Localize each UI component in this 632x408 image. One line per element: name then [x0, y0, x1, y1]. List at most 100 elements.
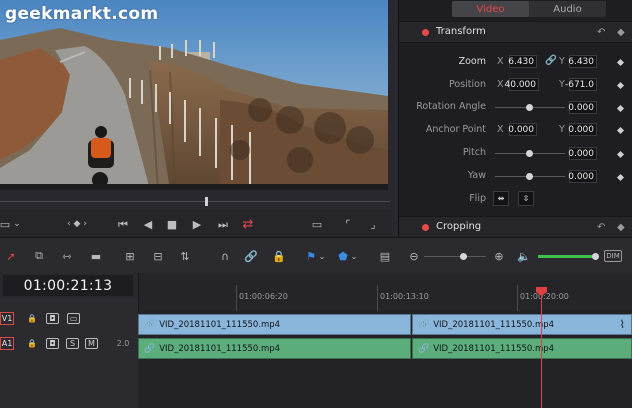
- anchor-keyframe-icon[interactable]: [616, 126, 625, 135]
- zoom-x-field[interactable]: 6.430: [508, 55, 537, 68]
- mark-out-icon[interactable]: ⌟: [366, 215, 380, 233]
- pitch-keyframe-icon[interactable]: [616, 150, 625, 159]
- rotation-angle-field[interactable]: 0.000: [568, 101, 597, 114]
- pitch-field[interactable]: 0.000: [568, 147, 597, 160]
- auto-select-icon[interactable]: ◘: [46, 338, 59, 349]
- rotation-angle-label: Rotation Angle: [416, 101, 486, 112]
- go-to-start-icon[interactable]: ⏮: [115, 215, 131, 233]
- flip-horizontal-icon[interactable]: ⇹: [493, 191, 509, 206]
- insert-clip-icon[interactable]: ⊞: [122, 248, 138, 264]
- dynamic-trim-icon[interactable]: ⇿: [58, 248, 76, 264]
- position-x-field[interactable]: 40.000: [505, 78, 539, 91]
- track-name-a1[interactable]: A1: [0, 337, 14, 350]
- zoom-in-icon[interactable]: ⊕: [493, 248, 505, 264]
- audio-clip[interactable]: 🔗 VID_20181101_111550.mp4: [138, 338, 411, 359]
- timecode-display: 01:00:21:13: [0, 273, 138, 299]
- volume-level-bar[interactable]: [538, 255, 598, 258]
- solo-button[interactable]: S: [66, 338, 79, 349]
- track-visibility-icon[interactable]: ▭: [67, 313, 80, 324]
- zoom-out-icon[interactable]: ⊖: [408, 248, 420, 264]
- jog-control-icon[interactable]: ‹ ◆ ›: [62, 215, 92, 233]
- blade-tool-icon[interactable]: ▬: [88, 248, 104, 264]
- chevron-down-icon[interactable]: ⌄: [350, 248, 358, 264]
- lock-icon[interactable]: 🔒: [27, 338, 37, 349]
- anchor-x-axis: X: [497, 124, 504, 135]
- play-icon[interactable]: ▶: [190, 215, 204, 233]
- tab-video[interactable]: Video: [452, 1, 529, 17]
- audio-track-header: A1 🔒 ◘ S M 2.0: [0, 335, 138, 353]
- chevron-down-icon[interactable]: ⌄: [318, 248, 326, 264]
- reset-icon[interactable]: ↶: [597, 27, 605, 38]
- link-icon[interactable]: 🔗: [545, 55, 557, 66]
- position-lock-icon[interactable]: 🔒: [272, 248, 286, 264]
- reset-icon[interactable]: ↶: [597, 222, 605, 233]
- scrubber-handle[interactable]: [205, 197, 208, 206]
- viewer-options-icon[interactable]: ▭: [0, 215, 10, 233]
- rotation-keyframe-icon[interactable]: [616, 104, 625, 113]
- keyframe-icon[interactable]: ◆: [617, 222, 625, 233]
- clip-name: VID_20181101_111550.mp4: [159, 319, 281, 330]
- dim-button[interactable]: DIM: [604, 250, 622, 262]
- zoom-y-field[interactable]: 6.430: [568, 55, 597, 68]
- snapping-icon[interactable]: ∩: [218, 248, 232, 264]
- reverse-play-icon[interactable]: ◀: [141, 215, 155, 233]
- transform-enable-toggle[interactable]: [422, 29, 429, 36]
- ruler-tick: [517, 285, 518, 311]
- linked-selection-icon[interactable]: 🔗: [244, 248, 258, 264]
- yaw-slider-handle[interactable]: [526, 173, 533, 180]
- volume-handle[interactable]: [592, 253, 599, 260]
- timeline-view-options-icon[interactable]: ▤: [376, 248, 394, 264]
- position-y-field[interactable]: -671.0: [565, 78, 597, 91]
- mark-in-icon[interactable]: ⌜: [341, 215, 355, 233]
- transform-section-header[interactable]: Transform ↶ ◆: [399, 21, 632, 43]
- track-name-v1[interactable]: V1: [0, 312, 14, 325]
- ruler-tick: [377, 285, 378, 311]
- yaw-keyframe-icon[interactable]: [616, 173, 625, 182]
- clip-name: VID_20181101_111550.mp4: [433, 319, 555, 330]
- audio-clip[interactable]: 🔗 VID_20181101_111550.mp4: [412, 338, 632, 359]
- viewer-scrubber[interactable]: [0, 196, 390, 206]
- flip-vertical-icon[interactable]: ⇳: [518, 191, 534, 206]
- link-icon: 🔗: [418, 343, 430, 354]
- selection-tool-icon[interactable]: ➚: [5, 248, 17, 264]
- tab-audio[interactable]: Audio: [529, 1, 606, 17]
- loop-icon[interactable]: ⇄: [240, 215, 256, 233]
- timeline-tracks[interactable]: 🔗 VID_20181101_111550.mp4 🔗 VID_20181101…: [138, 311, 632, 408]
- cropping-enable-toggle[interactable]: [422, 224, 429, 231]
- go-to-end-icon[interactable]: ⏭: [215, 215, 231, 233]
- timeline-zoom-handle[interactable]: [460, 253, 467, 260]
- video-clip[interactable]: 🔗 VID_20181101_111550.mp4: [138, 314, 411, 335]
- ruler-label: 01:00:13:10: [380, 292, 429, 301]
- marker-icon[interactable]: ⬟: [338, 248, 348, 264]
- zoom-keyframe-icon[interactable]: [616, 58, 625, 67]
- overwrite-clip-icon[interactable]: ⊟: [150, 248, 166, 264]
- lock-icon[interactable]: 🔒: [27, 313, 37, 324]
- stop-icon[interactable]: ■: [165, 215, 179, 233]
- cropping-section-header[interactable]: Cropping ↶ ◆: [399, 216, 632, 238]
- zoom-y-axis: Y: [559, 56, 565, 67]
- trim-tool-icon[interactable]: ⧉: [30, 248, 48, 264]
- keyframe-icon[interactable]: ◆: [617, 27, 625, 38]
- inspector-tabs: Video Audio: [452, 1, 606, 17]
- anchor-y-field[interactable]: 0.000: [568, 123, 597, 136]
- link-icon: 🔗: [144, 343, 156, 354]
- timeline-zoom-track[interactable]: [424, 256, 486, 257]
- video-viewer[interactable]: geekmarkt.com: [0, 0, 388, 190]
- auto-select-icon[interactable]: ◘: [46, 313, 59, 324]
- timeline-toolbar: ➚ ⧉ ⇿ ▬ ⊞ ⊟ ⇅ ∩ 🔗 🔒 ⚑ ⌄ ⬟ ⌄ ▤ ⊖ ⊕ 🔈 DIM: [0, 237, 632, 273]
- rotation-slider-handle[interactable]: [526, 104, 533, 111]
- volume-icon[interactable]: 🔈: [517, 248, 531, 264]
- video-clip[interactable]: 🔗 VID_20181101_111550.mp4 ⌇: [412, 314, 632, 335]
- match-frame-icon[interactable]: ▭: [310, 215, 324, 233]
- chevron-down-icon[interactable]: ⌄: [12, 215, 22, 233]
- position-keyframe-icon[interactable]: [616, 81, 625, 90]
- yaw-field[interactable]: 0.000: [568, 170, 597, 183]
- anchor-x-field[interactable]: 0.000: [508, 123, 537, 136]
- mute-button[interactable]: M: [85, 338, 98, 349]
- pitch-slider-handle[interactable]: [526, 150, 533, 157]
- flag-icon[interactable]: ⚑: [306, 248, 316, 264]
- playhead-line[interactable]: [541, 290, 542, 408]
- track-level: 2.0: [116, 339, 130, 348]
- replace-clip-icon[interactable]: ⇅: [177, 248, 193, 264]
- timeline-ruler[interactable]: 01:00:06:20 01:00:13:10 01:00:20:00: [138, 273, 632, 311]
